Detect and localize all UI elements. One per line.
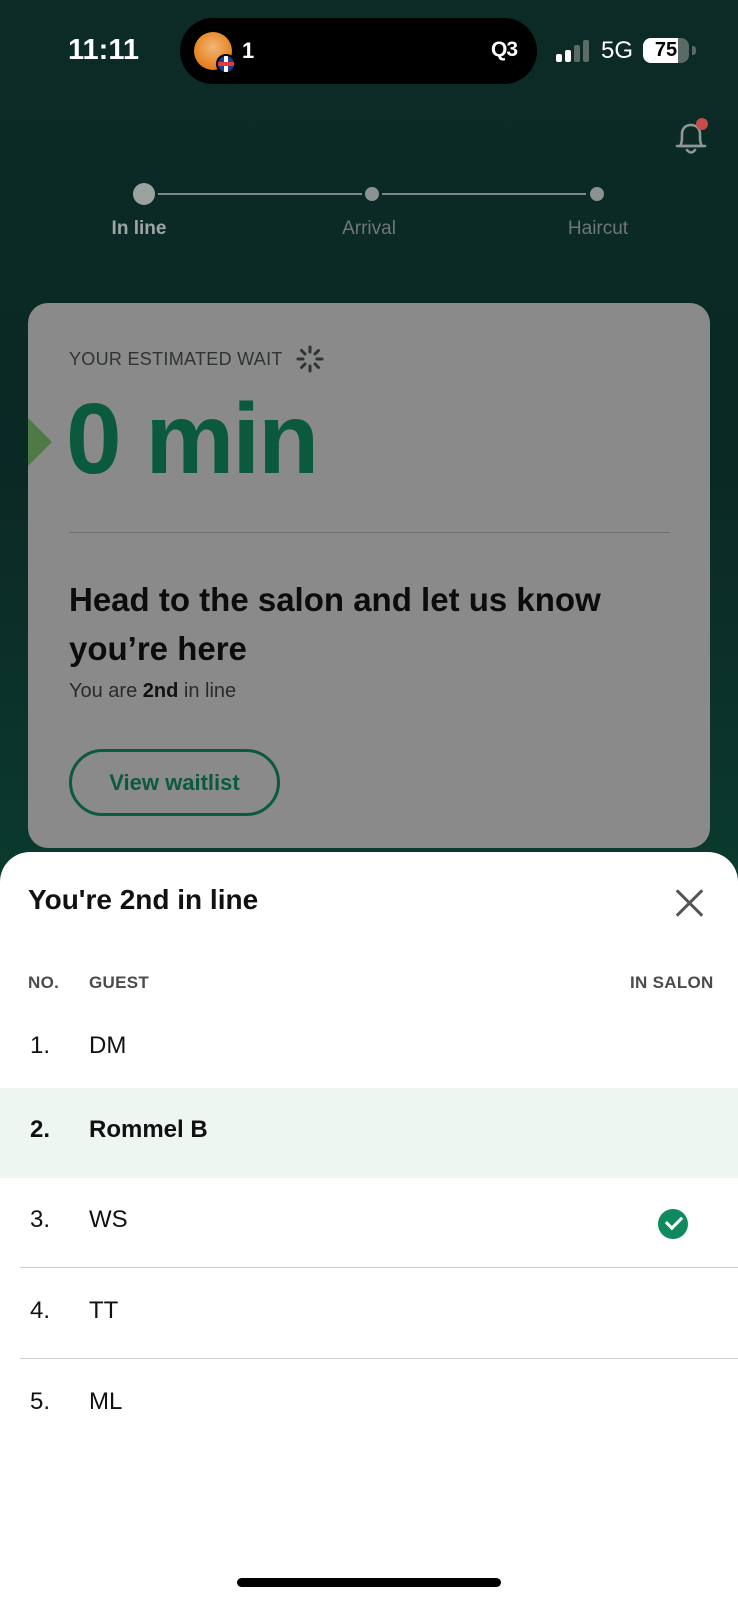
step-label-in-line: In line xyxy=(111,218,167,239)
sheet-title: You're 2nd in line xyxy=(28,884,259,915)
guest-name: WS xyxy=(89,1206,128,1233)
waitlist-row: 3. WS xyxy=(20,1178,738,1268)
estimated-wait-value: 0 min xyxy=(66,383,319,495)
step-label-arrival: Arrival xyxy=(342,218,396,239)
guest-name: Rommel B xyxy=(89,1116,208,1143)
battery-cap xyxy=(692,46,696,55)
network-type: 5G xyxy=(601,37,634,64)
waitlist-row: 5. ML xyxy=(0,1360,738,1450)
guest-name: ML xyxy=(89,1388,123,1415)
waitlist-bottom-sheet: You're 2nd in line NO. GUEST IN SALON 1.… xyxy=(0,852,738,1600)
queue-position-text: You are 2nd in line xyxy=(69,680,237,702)
step-dot-in-line xyxy=(133,183,155,205)
battery-percent: 75 xyxy=(654,39,678,61)
estimated-wait-label: YOUR ESTIMATED WAIT xyxy=(69,349,283,369)
notification-badge xyxy=(696,118,708,130)
arrival-instruction: Head to the salon and let us know you’re… xyxy=(69,581,601,667)
progress-stepper: In line Arrival Haircut xyxy=(0,180,738,250)
live-activity-count: 1 xyxy=(242,38,255,63)
waitlist-row: 1. DM xyxy=(0,1004,738,1094)
step-dot-haircut xyxy=(590,187,604,201)
status-time: 11:11 xyxy=(68,34,139,66)
uk-flag-icon xyxy=(216,54,236,74)
loading-spinner-icon xyxy=(296,345,324,373)
row-number: 2. xyxy=(30,1116,51,1143)
waitlist-row: 4. TT xyxy=(20,1269,738,1359)
column-header-in-salon: IN SALON xyxy=(630,973,714,992)
column-header-no: NO. xyxy=(28,973,60,992)
live-activity-label: Q3 xyxy=(490,38,518,61)
home-indicator[interactable] xyxy=(237,1578,501,1587)
row-number: 1. xyxy=(30,1032,51,1059)
waitlist-row-current-user: 2. Rommel B xyxy=(0,1088,738,1178)
row-number: 3. xyxy=(30,1206,51,1233)
step-dot-arrival xyxy=(365,187,379,201)
guest-name: TT xyxy=(89,1297,119,1324)
dynamic-island[interactable]: 1 Q3 xyxy=(180,18,537,84)
notification-bell-button[interactable] xyxy=(672,118,710,158)
row-number: 5. xyxy=(30,1388,51,1415)
step-connector xyxy=(158,193,362,195)
step-label-haircut: Haircut xyxy=(567,218,629,239)
status-bar: 11:11 1 Q3 5G 75 xyxy=(0,0,738,100)
close-icon[interactable] xyxy=(675,888,705,918)
in-salon-check-icon xyxy=(658,1209,688,1239)
queue-position-ordinal: 2nd xyxy=(142,680,179,702)
column-header-guest: GUEST xyxy=(89,973,150,992)
card-indicator-arrow xyxy=(28,418,52,466)
view-waitlist-button[interactable]: View waitlist xyxy=(69,749,280,816)
step-connector xyxy=(382,193,586,195)
cellular-signal-icon xyxy=(556,40,590,62)
guest-name: DM xyxy=(89,1032,127,1059)
card-divider xyxy=(69,532,670,533)
row-number: 4. xyxy=(30,1297,51,1324)
battery-icon: 75 xyxy=(643,38,689,63)
